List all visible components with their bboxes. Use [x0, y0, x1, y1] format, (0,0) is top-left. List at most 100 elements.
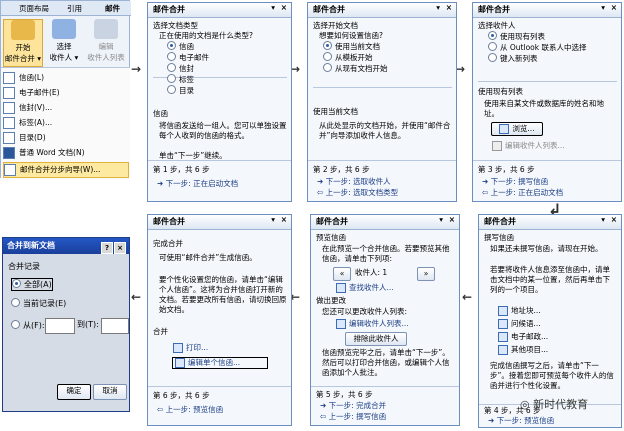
dropdown-icon[interactable]: ▾ [271, 3, 275, 12]
radio-existing-doc[interactable]: 从现有文档开始 [313, 63, 452, 74]
dropdown-icon[interactable]: ▾ [601, 3, 605, 12]
edit-list-icon [492, 141, 502, 151]
close-icon[interactable]: × [281, 215, 287, 224]
pane-title: 邮件合并 [308, 3, 456, 18]
watermark: ◎ 新时代教育 [520, 398, 589, 411]
pane-title: 邮件合并 [148, 215, 291, 230]
prev-link[interactable]: ⇦ 上一步: 预览信函 [153, 405, 287, 415]
menu-item-wizard[interactable]: 邮件合并分步向导(W)... [3, 162, 129, 178]
dropdown-icon[interactable]: ▾ [271, 215, 275, 224]
radio-email[interactable]: 电子邮件 [153, 52, 287, 63]
next-link[interactable]: ➜ 下一步: 选取收件人 [313, 177, 452, 187]
prev-link[interactable]: ⇦ 上一步: 正在启动文档 [478, 188, 617, 198]
email-icon [3, 87, 15, 99]
edit-recipient-list-button[interactable]: 编辑 收件人列表 [87, 19, 125, 65]
radio-from-template[interactable]: 从模板开始 [313, 52, 452, 63]
mail-merge-pane-step5: 邮件合并 ▾ × 预览信函 在此预览一个合并信函。若要预览其他信函，请单击下列项:… [310, 214, 460, 426]
exclude-recipient-button[interactable]: 排除此收件人 [345, 332, 407, 346]
prev-link[interactable]: ⇦ 上一步: 选取文档类型 [313, 188, 452, 198]
edit-list-link[interactable]: 编辑收件人列表... [316, 319, 455, 329]
envelope-icon [3, 102, 15, 114]
more-items-link[interactable]: 其他项目... [484, 345, 617, 355]
address-block-icon [498, 306, 508, 316]
next-link[interactable]: ➜ 下一步: 预览信函 [484, 416, 617, 426]
menu-item-labels[interactable]: 标签(A)... [3, 116, 127, 130]
cancel-button[interactable]: 取消 [93, 384, 127, 400]
prev-recipient-button[interactable]: « [333, 267, 351, 281]
browse-button[interactable]: 浏览... [491, 122, 543, 136]
tab-page-layout[interactable]: 页面布局 [19, 3, 49, 14]
electronic-postage-link[interactable]: 电子邮政... [484, 332, 617, 342]
select-recipients-button[interactable]: 选择 收件人 ▾ [45, 19, 83, 65]
address-block-link[interactable]: 地址块... [484, 306, 617, 316]
next-link[interactable]: ➜ 下一步: 正在启动文档 [153, 179, 287, 189]
wizard-icon [4, 164, 16, 176]
ok-button[interactable]: 确定 [57, 384, 91, 400]
more-items-icon [498, 345, 508, 355]
pane-title: 邮件合并 [148, 3, 291, 18]
radio-all-records[interactable]: 全部(A) [11, 278, 53, 291]
radio-directory[interactable]: 目录 [153, 85, 287, 96]
tab-mailings[interactable]: 邮件 [105, 3, 120, 14]
pane-footer: 第 1 步，共 6 步 ➜ 下一步: 正在启动文档 [148, 160, 291, 201]
edit-list-icon [94, 19, 118, 39]
edit-individual-letters-link[interactable]: 编辑单个信函... [172, 357, 268, 369]
wechat-icon: ◎ [520, 398, 534, 411]
menu-item-email[interactable]: 电子邮件(E) [3, 86, 127, 100]
menu-item-directory[interactable]: 目录(D) [3, 131, 127, 145]
greeting-line-link[interactable]: 问候语... [484, 319, 617, 329]
close-icon[interactable]: × [281, 3, 287, 12]
select-recipients-icon [52, 19, 76, 39]
word-icon [3, 147, 15, 159]
dropdown-icon[interactable]: ▾ [601, 215, 605, 224]
dialog-titlebar: 合并到新文档 ? × [3, 238, 129, 254]
tab-references[interactable]: 引用 [67, 3, 82, 14]
desc-text: 从此处显示的文档开始，并使用“邮件合并”向导添加收件人信息。 [319, 121, 451, 140]
edit-list-link[interactable]: 编辑收件人列表... [478, 141, 617, 151]
start-mail-merge-menu: 信函(L) 电子邮件(E) 信封(V)... 标签(A)... 目录(D) 普通… [1, 67, 130, 180]
recipient-counter: 收件人: 1 [355, 268, 388, 277]
close-icon[interactable]: × [446, 3, 452, 12]
mail-merge-pane-step2: 邮件合并 ▾ × 选择开始文档 想要如何设置信函? 使用当前文档 从模板开始 从现… [307, 2, 457, 202]
close-icon[interactable]: × [449, 215, 455, 224]
radio-current-doc[interactable]: 使用当前文档 [313, 41, 452, 52]
next-link[interactable]: ➜ 下一步: 完成合并 [316, 401, 455, 411]
find-icon [336, 283, 346, 293]
menu-item-envelopes[interactable]: 信封(V)... [3, 101, 127, 115]
dropdown-icon[interactable]: ▾ [436, 3, 440, 12]
close-icon[interactable]: × [611, 215, 617, 224]
pane-title: 邮件合并 [311, 215, 459, 230]
radio-letters[interactable]: 信函 [153, 41, 287, 52]
radio-outlook[interactable]: 从 Outlook 联系人中选择 [478, 42, 617, 53]
find-recipient-link[interactable]: 查找收件人... [316, 283, 455, 293]
from-field[interactable] [45, 318, 75, 334]
radio-new-list[interactable]: 键入新列表 [478, 53, 617, 64]
menu-item-letters[interactable]: 信函(L) [3, 71, 127, 85]
edit-letters-icon [175, 358, 185, 368]
letter-icon [3, 72, 15, 84]
greeting-icon [498, 319, 508, 329]
close-icon[interactable]: × [114, 242, 126, 254]
edit-list-icon [336, 319, 346, 329]
start-mail-merge-button[interactable]: 开始 邮件合并 ▾ [3, 19, 43, 67]
dropdown-icon[interactable]: ▾ [439, 215, 443, 224]
ribbon-tabs: 页面布局 引用 邮件 [1, 1, 131, 16]
next-recipient-button[interactable]: » [417, 267, 435, 281]
radio-existing-list[interactable]: 使用现有列表 [478, 31, 617, 42]
help-icon[interactable]: ? [101, 242, 113, 254]
to-field[interactable] [101, 318, 129, 334]
mail-merge-pane-step3: 邮件合并 ▾ × 选择收件人 使用现有列表 从 Outlook 联系人中选择 键入… [472, 2, 622, 202]
radio-current-record[interactable]: 当前记录(E) [11, 298, 125, 309]
radio-labels[interactable]: 标签 [153, 74, 287, 85]
close-icon[interactable]: × [611, 3, 617, 12]
prev-link[interactable]: ⇦ 上一步: 撰写信函 [316, 412, 455, 422]
start-doc-section: 选择开始文档 想要如何设置信函? 使用当前文档 从模板开始 从现有文档开始 [313, 21, 452, 88]
radio-envelopes[interactable]: 信封 [153, 63, 287, 74]
pane-title: 邮件合并 [479, 215, 621, 230]
postage-icon [498, 332, 508, 342]
next-link[interactable]: ➜ 下一步: 撰写信函 [478, 177, 617, 187]
menu-item-normal-doc[interactable]: 普通 Word 文档(N) [3, 146, 127, 160]
print-link[interactable]: 打印... [153, 343, 287, 353]
mail-merge-pane-step6: 邮件合并 ▾ × 完成合并 可使用“邮件合并”生成信函。 要个性化设置您的信函，请… [147, 214, 292, 426]
directory-icon [3, 132, 15, 144]
